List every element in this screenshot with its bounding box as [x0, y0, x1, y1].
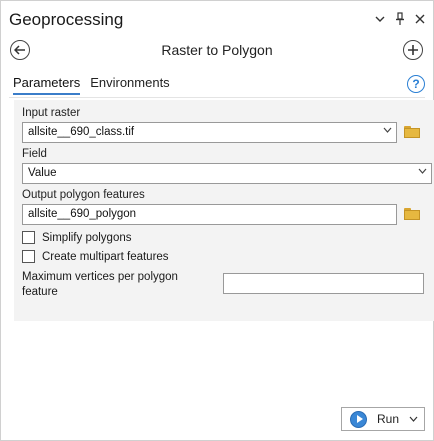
folder-icon[interactable]	[404, 208, 420, 220]
plus-icon	[408, 45, 418, 55]
run-icon	[350, 410, 367, 428]
chevron-down-icon[interactable]	[418, 166, 427, 176]
pane-title: Geoprocessing	[9, 10, 124, 29]
tool-tabs: Parameters Environments	[13, 75, 170, 95]
tool-title: Raster to Polygon	[161, 42, 273, 58]
chevron-down-icon[interactable]	[383, 125, 392, 135]
simplify-polygons-box[interactable]	[22, 231, 35, 244]
pin-icon[interactable]	[393, 11, 407, 27]
simplify-polygons-label: Simplify polygons	[42, 231, 132, 244]
tab-parameters[interactable]: Parameters	[13, 75, 81, 95]
help-icon[interactable]: ?	[407, 75, 425, 93]
run-label: Run	[377, 412, 400, 426]
output-polygon-label: Output polygon features	[22, 189, 145, 201]
parameters-panel: Input raster allsite__690_class.tif Fiel…	[14, 100, 434, 321]
output-polygon-field[interactable]: allsite__690_polygon	[22, 204, 397, 225]
field-label: Field	[22, 148, 47, 160]
pane-titlebar: Geoprocessing	[1, 1, 433, 37]
create-multipart-checkbox[interactable]: Create multipart features	[22, 250, 169, 263]
tab-divider	[9, 97, 425, 98]
create-multipart-box[interactable]	[22, 250, 35, 263]
create-multipart-label: Create multipart features	[42, 250, 169, 263]
geoprocessing-pane: Geoprocessing Raster to Polygon Paramete…	[0, 0, 434, 441]
tab-environments[interactable]: Environments	[90, 75, 169, 95]
field-value: Value	[28, 167, 57, 179]
add-button[interactable]	[403, 40, 423, 60]
chevron-down-icon[interactable]	[409, 414, 418, 424]
input-raster-label: Input raster	[22, 107, 81, 119]
field-select[interactable]: Value	[22, 163, 432, 184]
tool-header: Raster to Polygon	[1, 37, 433, 65]
input-raster-value: allsite__690_class.tif	[28, 126, 135, 138]
simplify-polygons-checkbox[interactable]: Simplify polygons	[22, 231, 131, 244]
input-raster-field[interactable]: allsite__690_class.tif	[22, 122, 397, 143]
run-button[interactable]: Run	[341, 407, 425, 431]
pane-title-icons	[373, 11, 427, 27]
folder-icon[interactable]	[404, 126, 420, 138]
output-polygon-value: allsite__690_polygon	[28, 208, 137, 220]
max-vertices-input[interactable]	[223, 273, 424, 294]
chevron-down-icon[interactable]	[373, 11, 387, 27]
max-vertices-label: Maximum vertices per polygon feature	[22, 271, 178, 298]
close-icon[interactable]	[413, 11, 427, 27]
